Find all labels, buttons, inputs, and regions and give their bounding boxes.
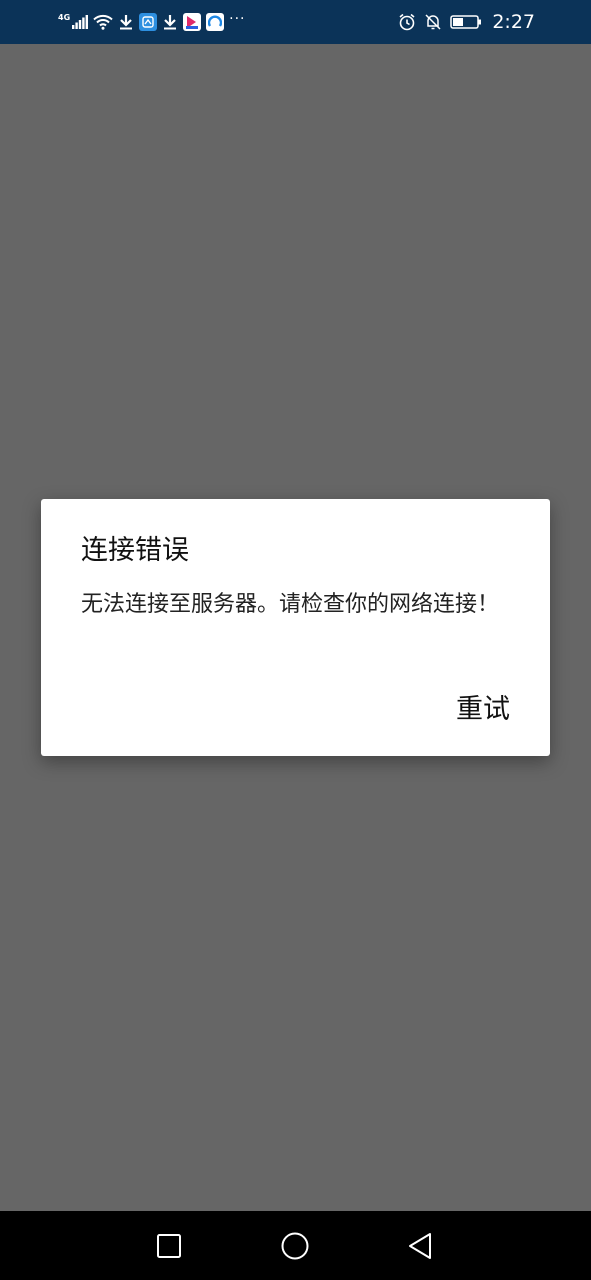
app-notification-icon xyxy=(183,13,202,31)
network-type-label: 4G xyxy=(58,12,71,22)
connection-error-dialog: 连接错误 无法连接至服务器。请检查你的网络连接！ 重试 xyxy=(41,499,550,756)
status-bar-notifications: 4G ··· xyxy=(58,0,246,44)
status-bar: 4G ··· 2:27 xyxy=(0,0,591,44)
signal-icon xyxy=(72,15,89,29)
alarm-icon xyxy=(398,13,416,31)
app-notification-icon xyxy=(139,13,158,31)
back-button[interactable] xyxy=(390,1211,450,1280)
dialog-message: 无法连接至服务器。请检查你的网络连接！ xyxy=(81,592,500,617)
navigation-bar xyxy=(0,1211,591,1280)
mute-icon xyxy=(424,13,442,31)
back-triangle-icon xyxy=(409,1232,431,1259)
square-icon xyxy=(157,1233,181,1258)
status-bar-system: 2:27 xyxy=(398,0,535,44)
download-icon xyxy=(162,14,178,30)
home-button[interactable] xyxy=(265,1211,325,1280)
status-bar-clock: 2:27 xyxy=(492,11,535,33)
app-notification-icon xyxy=(206,13,225,31)
circle-icon xyxy=(281,1232,309,1259)
retry-button[interactable]: 重试 xyxy=(456,692,510,728)
dialog-title: 连接错误 xyxy=(81,535,189,566)
wifi-icon xyxy=(93,14,113,30)
download-icon xyxy=(118,14,134,30)
recents-button[interactable] xyxy=(139,1211,199,1280)
more-notifications-icon: ··· xyxy=(229,11,246,27)
battery-icon xyxy=(450,14,482,30)
